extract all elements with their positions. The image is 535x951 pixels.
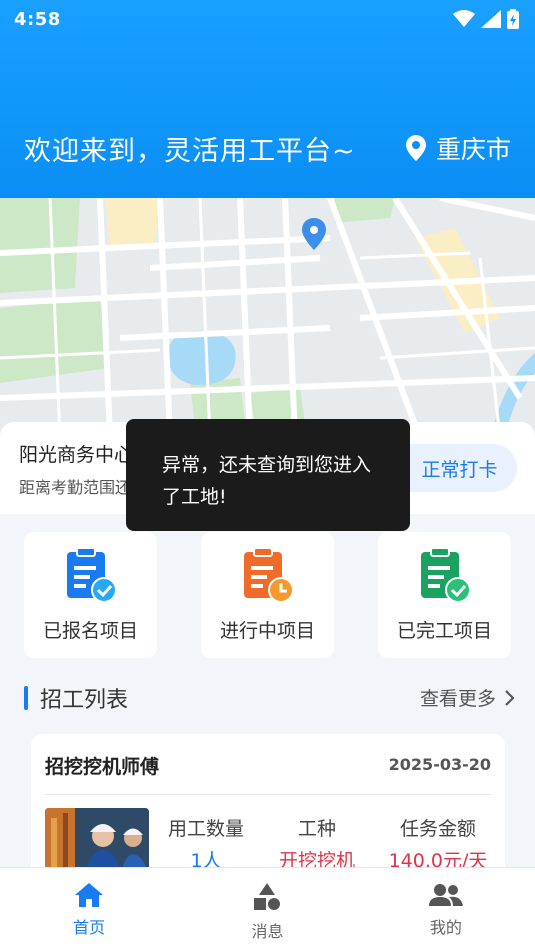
job-type-field: 工种 开挖挖机 xyxy=(267,814,367,873)
wifi-icon xyxy=(453,10,475,27)
nav-messages[interactable]: 消息 xyxy=(178,868,356,951)
in-progress-clipboard-icon xyxy=(244,547,294,603)
completed-projects-label: 已完工项目 xyxy=(396,620,492,642)
header: 4:58 欢迎来到，灵活用工平台~ 重庆市 xyxy=(0,0,535,198)
in-progress-projects-label: 进行中项目 xyxy=(219,620,315,642)
job-list-header: 招工列表 查看更多 xyxy=(24,680,514,716)
location-name: 阳光商务中心 xyxy=(19,444,134,466)
signal-icon xyxy=(481,10,501,28)
nav-home-label: 首页 xyxy=(73,918,106,937)
welcome-row: 欢迎来到，灵活用工平台~ 重庆市 xyxy=(0,128,535,168)
nav-home[interactable]: 首页 xyxy=(0,868,178,951)
view-more-link[interactable]: 查看更多 xyxy=(420,684,514,711)
chevron-right-icon xyxy=(505,689,514,706)
job-divider xyxy=(45,794,491,795)
status-icons xyxy=(453,9,519,29)
amount-field: 任务金额 140.0元/天 xyxy=(381,814,495,873)
home-icon xyxy=(75,883,104,907)
map-view[interactable] xyxy=(0,198,535,438)
registered-clipboard-icon xyxy=(67,547,117,603)
people-icon xyxy=(428,884,463,906)
view-more-label: 查看更多 xyxy=(419,688,496,710)
battery-icon xyxy=(507,9,519,29)
completed-projects-card[interactable]: 已完工项目 xyxy=(378,532,511,658)
headcount-field: 用工数量 1人 xyxy=(161,814,251,873)
amount-label: 任务金额 xyxy=(399,818,476,840)
registered-projects-label: 已报名项目 xyxy=(42,620,138,642)
job-title: 招挖挖机师傅 xyxy=(45,756,160,778)
nav-messages-label: 消息 xyxy=(251,922,284,941)
shapes-icon xyxy=(254,883,281,910)
in-progress-projects-card[interactable]: 进行中项目 xyxy=(201,532,334,658)
welcome-text: 欢迎来到，灵活用工平台~ xyxy=(24,135,356,167)
section-title: 招工列表 xyxy=(40,688,129,713)
headcount-label: 用工数量 xyxy=(167,818,244,840)
job-type-label: 工种 xyxy=(297,818,336,840)
nav-profile-label: 我的 xyxy=(429,918,462,937)
nav-profile[interactable]: 我的 xyxy=(357,868,535,951)
bottom-nav: 首页 消息 我的 xyxy=(0,867,535,951)
registered-projects-card[interactable]: 已报名项目 xyxy=(24,532,157,658)
toast-message: 异常，还未查询到您进入了工地! xyxy=(126,419,410,531)
section-accent-bar xyxy=(24,686,28,710)
location-pin-icon xyxy=(405,135,426,161)
city-label: 重庆市 xyxy=(435,135,511,164)
status-time: 4:58 xyxy=(14,8,61,30)
completed-clipboard-icon xyxy=(421,547,471,603)
map-graphic xyxy=(0,198,535,438)
job-date: 2025-03-20 xyxy=(388,755,491,774)
status-bar: 4:58 xyxy=(0,0,535,38)
city-selector[interactable]: 重庆市 xyxy=(405,130,511,166)
